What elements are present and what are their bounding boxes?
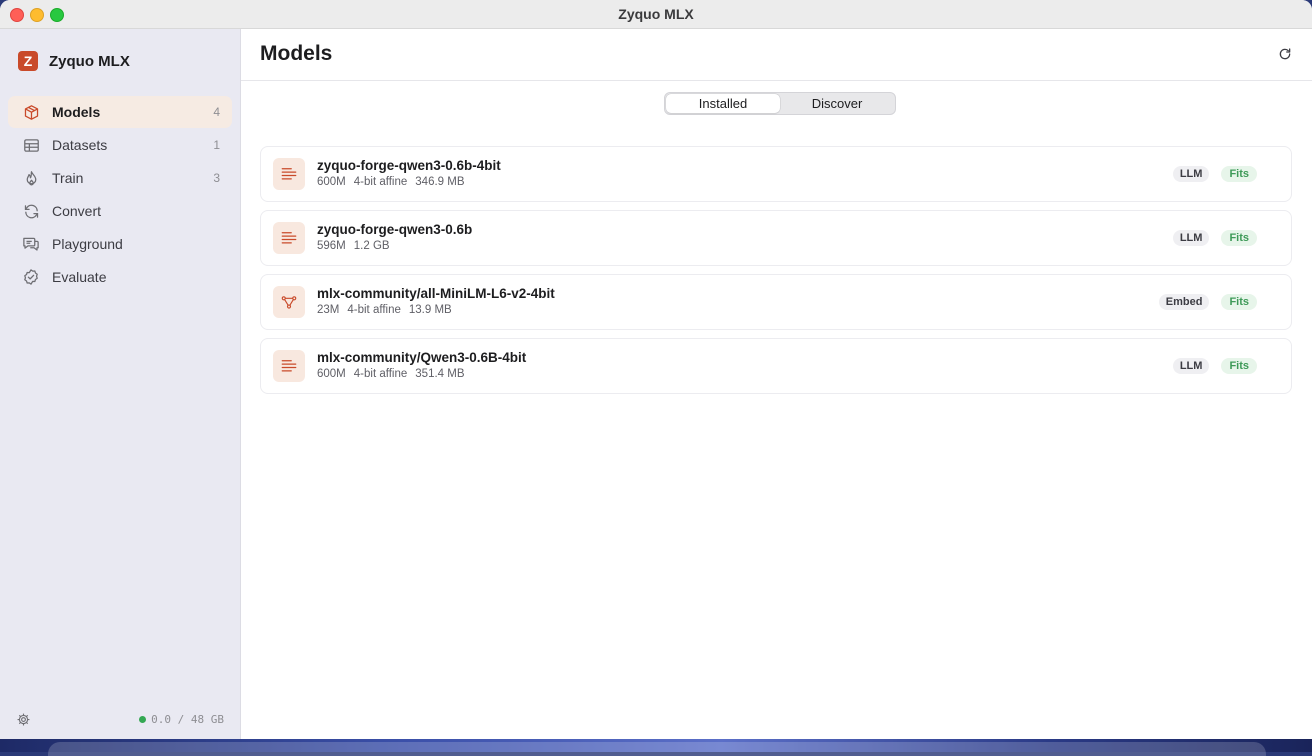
model-type-badge: LLM bbox=[1172, 230, 1210, 246]
app-window: Zyquo MLX Z Zyquo MLX Models 4 Datasets … bbox=[0, 0, 1312, 739]
model-type-badge: LLM bbox=[1172, 358, 1210, 374]
tab-installed[interactable]: Installed bbox=[666, 94, 780, 113]
gear-icon[interactable] bbox=[16, 712, 31, 727]
sidebar-item-datasets[interactable]: Datasets 1 bbox=[8, 129, 232, 161]
cube-icon bbox=[22, 103, 40, 121]
fit-status-badge: Fits bbox=[1221, 294, 1257, 310]
model-size: 351.4 MB bbox=[415, 368, 465, 380]
sidebar-item-train[interactable]: Train 3 bbox=[8, 162, 232, 194]
brand: Z Zyquo MLX bbox=[18, 51, 130, 71]
sidebar-item-models[interactable]: Models 4 bbox=[8, 96, 232, 128]
brand-name: Zyquo MLX bbox=[49, 52, 130, 70]
model-quantization: 4-bit affine bbox=[353, 368, 408, 380]
sidebar-item-label: Models bbox=[52, 104, 101, 120]
model-name: mlx-community/Qwen3-0.6B-4bit bbox=[317, 350, 527, 365]
zoom-window-button[interactable] bbox=[50, 8, 64, 22]
model-name: mlx-community/all-MiniLM-L6-v2-4bit bbox=[317, 286, 555, 301]
installed-discover-segmented-control: Installed Discover bbox=[664, 92, 896, 115]
memory-usage-text: 0.0 / 48 GB bbox=[151, 713, 224, 726]
sidebar-item-convert[interactable]: Convert bbox=[8, 195, 232, 227]
main-content: Models Installed Discover zyquo-forge-qw… bbox=[241, 29, 1312, 739]
sidebar: Z Zyquo MLX Models 4 Datasets 1 Train 3 … bbox=[0, 29, 241, 739]
sidebar-item-label: Datasets bbox=[52, 137, 108, 153]
model-type-badge: Embed bbox=[1158, 294, 1210, 310]
model-quantization: 4-bit affine bbox=[347, 304, 401, 316]
text-lines-icon bbox=[273, 350, 305, 382]
flame-icon bbox=[22, 169, 40, 187]
sync-icon bbox=[22, 202, 40, 220]
sidebar-footer: 0.0 / 48 GB bbox=[16, 712, 224, 727]
minimize-window-button[interactable] bbox=[30, 8, 44, 22]
model-params: 23M bbox=[317, 304, 340, 316]
dock bbox=[48, 742, 1266, 756]
sidebar-item-label: Evaluate bbox=[52, 269, 107, 285]
tab-discover[interactable]: Discover bbox=[780, 94, 894, 113]
memory-usage: 0.0 / 48 GB bbox=[139, 713, 224, 726]
title-bar: Zyquo MLX bbox=[0, 0, 1312, 29]
brand-logo: Z bbox=[18, 51, 38, 71]
graph-nodes-icon bbox=[273, 286, 305, 318]
sidebar-item-count: 1 bbox=[213, 138, 220, 152]
sidebar-item-label: Convert bbox=[52, 203, 102, 219]
model-row[interactable]: mlx-community/all-MiniLM-L6-v2-4bit 23M … bbox=[260, 274, 1292, 330]
model-size: 346.9 MB bbox=[415, 176, 465, 188]
sidebar-item-count: 4 bbox=[213, 105, 220, 119]
model-type-badge: LLM bbox=[1172, 166, 1210, 182]
model-size: 13.9 MB bbox=[408, 304, 452, 316]
model-row[interactable]: zyquo-forge-qwen3-0.6b 596M 1.2 GB LLM F… bbox=[260, 210, 1292, 266]
sidebar-item-label: Playground bbox=[52, 236, 123, 252]
refresh-icon[interactable] bbox=[1278, 47, 1294, 63]
page-header: Models bbox=[241, 29, 1312, 81]
sidebar-nav: Models 4 Datasets 1 Train 3 Convert Play… bbox=[8, 96, 232, 294]
sidebar-item-evaluate[interactable]: Evaluate bbox=[8, 261, 232, 293]
model-quantization: 4-bit affine bbox=[353, 176, 408, 188]
checkmark-seal-icon bbox=[22, 268, 40, 286]
model-row[interactable]: zyquo-forge-qwen3-0.6b-4bit 600M 4-bit a… bbox=[260, 146, 1292, 202]
sidebar-item-playground[interactable]: Playground bbox=[8, 228, 232, 260]
page-title: Models bbox=[260, 42, 333, 65]
close-window-button[interactable] bbox=[10, 8, 24, 22]
model-list: zyquo-forge-qwen3-0.6b-4bit 600M 4-bit a… bbox=[260, 146, 1292, 402]
text-lines-icon bbox=[273, 158, 305, 190]
model-params: 600M bbox=[317, 176, 346, 188]
model-name: zyquo-forge-qwen3-0.6b-4bit bbox=[317, 158, 501, 173]
sidebar-item-label: Train bbox=[52, 170, 84, 186]
window-title: Zyquo MLX bbox=[618, 6, 694, 22]
model-row[interactable]: mlx-community/Qwen3-0.6B-4bit 600M 4-bit… bbox=[260, 338, 1292, 394]
sidebar-item-count: 3 bbox=[213, 171, 220, 185]
model-size: 1.2 GB bbox=[353, 240, 390, 252]
memory-status-dot bbox=[139, 716, 147, 723]
chat-bubbles-icon bbox=[22, 235, 40, 253]
text-lines-icon bbox=[273, 222, 305, 254]
model-params: 600M bbox=[317, 368, 346, 380]
fit-status-badge: Fits bbox=[1221, 166, 1257, 182]
model-name: zyquo-forge-qwen3-0.6b bbox=[317, 222, 473, 237]
table-icon bbox=[22, 136, 40, 154]
fit-status-badge: Fits bbox=[1221, 230, 1257, 246]
fit-status-badge: Fits bbox=[1221, 358, 1257, 374]
model-params: 596M bbox=[317, 240, 346, 252]
